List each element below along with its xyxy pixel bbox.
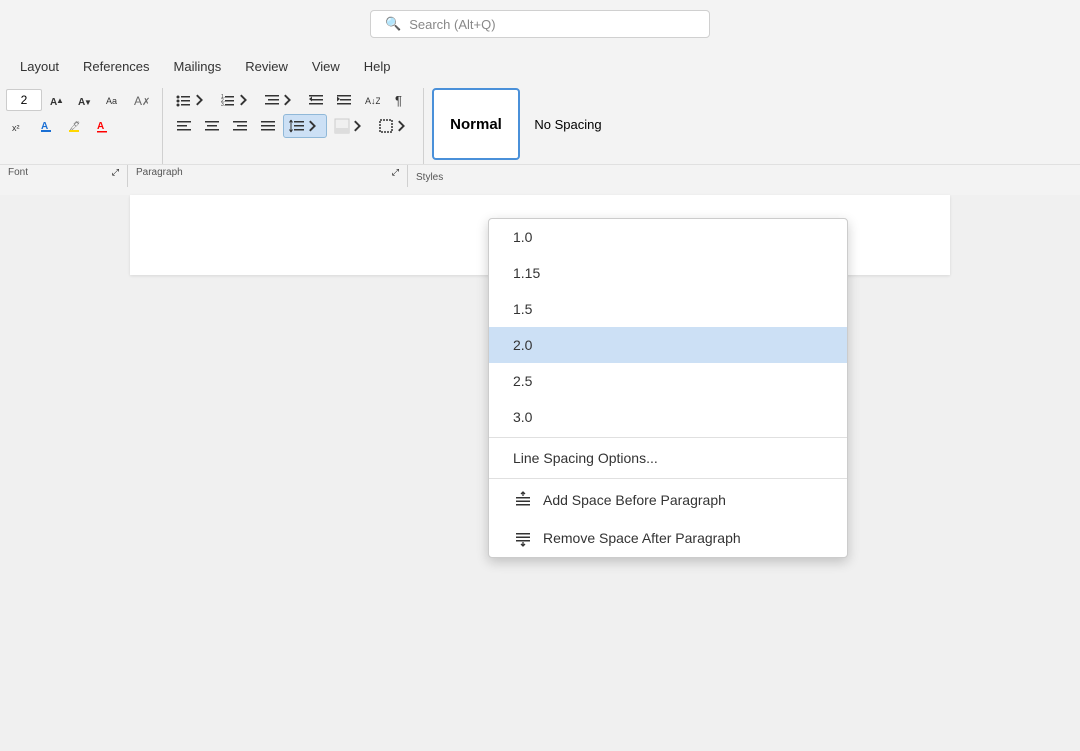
spacing-3-0-label: 3.0 [513, 409, 532, 425]
menu-layout[interactable]: Layout [10, 55, 69, 78]
add-space-before[interactable]: Add Space Before Paragraph [489, 481, 847, 519]
para-label: Paragraph [136, 167, 183, 185]
increase-font-btn[interactable]: A▲ [44, 88, 70, 112]
borders-btn[interactable] [373, 114, 415, 138]
svg-text:3.: 3. [221, 102, 225, 108]
search-box[interactable]: 🔍 Search (Alt+Q) [370, 10, 710, 38]
add-space-label: Add Space Before Paragraph [543, 492, 726, 508]
svg-text:▲: ▲ [56, 96, 64, 105]
title-bar: 🔍 Search (Alt+Q) [0, 0, 1080, 48]
search-placeholder: Search (Alt+Q) [409, 17, 495, 32]
spacing-3-0[interactable]: 3.0 [489, 399, 847, 435]
change-case-btn[interactable]: Aa [100, 88, 126, 112]
superscript-btn[interactable]: x² [6, 114, 32, 138]
para-group: 1.2.3. A↓Z [163, 88, 424, 164]
style-normal-card[interactable]: Normal [432, 88, 520, 160]
highlight-btn[interactable]: 🖊 [62, 114, 88, 138]
style-normal-label: Normal [450, 116, 502, 133]
styles-group: Normal No Spacing [424, 88, 620, 164]
svg-text:Aa: Aa [106, 96, 117, 106]
spacing-1-0-label: 1.0 [513, 229, 532, 245]
line-spacing-options[interactable]: Line Spacing Options... [489, 440, 847, 476]
shading-btn[interactable] [329, 114, 371, 138]
text-underline-btn[interactable]: A [90, 114, 116, 138]
para-expand-icon[interactable]: ⤢ [392, 167, 399, 185]
spacing-2-0-label: 2.0 [513, 337, 532, 353]
font-group: 2 A▲ A▼ Aa A✗ x² A [6, 88, 163, 164]
add-space-icon [513, 491, 533, 509]
font-label: Font [8, 167, 28, 185]
spacing-1-5[interactable]: 1.5 [489, 291, 847, 327]
svg-text:¶: ¶ [395, 93, 402, 108]
search-icon: 🔍 [385, 16, 401, 32]
svg-text:🖊: 🖊 [69, 121, 80, 131]
spacing-2-0[interactable]: 2.0 [489, 327, 847, 363]
spacing-1-15[interactable]: 1.15 [489, 255, 847, 291]
clear-formatting-btn[interactable]: A✗ [128, 88, 154, 112]
remove-space-after[interactable]: Remove Space After Paragraph [489, 519, 847, 557]
justify-btn[interactable] [255, 114, 281, 138]
align-right-btn[interactable] [227, 114, 253, 138]
line-spacing-options-label: Line Spacing Options... [513, 450, 658, 466]
svg-text:A: A [134, 94, 142, 108]
font-color-btn[interactable]: A [34, 114, 60, 138]
numbered-list-btn[interactable]: 1.2.3. [215, 88, 257, 112]
ribbon-group-labels: Font ⤢ Paragraph ⤢ Styles [0, 164, 1080, 187]
spacing-1-15-label: 1.15 [513, 265, 540, 281]
spacing-2-5[interactable]: 2.5 [489, 363, 847, 399]
bullets-btn[interactable] [171, 88, 213, 112]
spacing-2-5-label: 2.5 [513, 373, 532, 389]
svg-text:✗: ✗ [142, 97, 149, 108]
menu-references[interactable]: References [73, 55, 159, 78]
show-marks-btn[interactable]: ¶ [387, 88, 413, 112]
align-center-btn[interactable] [199, 114, 225, 138]
spacing-1-0[interactable]: 1.0 [489, 219, 847, 255]
spacing-1-5-label: 1.5 [513, 301, 532, 317]
style-nospacing-card[interactable]: No Spacing [524, 88, 612, 160]
line-spacing-btn[interactable] [283, 114, 327, 138]
menu-mailings[interactable]: Mailings [164, 55, 232, 78]
remove-space-icon [513, 529, 533, 547]
decrease-indent-btn[interactable] [303, 88, 329, 112]
align-left-btn[interactable] [171, 114, 197, 138]
line-spacing-dropdown: 1.0 1.15 1.5 2.0 2.5 3.0 Line Spacing Op… [488, 218, 848, 558]
dropdown-divider-1 [489, 437, 847, 438]
style-nospacing-label: No Spacing [534, 117, 601, 132]
svg-text:x²: x² [12, 123, 20, 133]
multilevel-list-btn[interactable] [259, 88, 301, 112]
menu-help[interactable]: Help [354, 55, 401, 78]
sort-btn[interactable]: A↓Z [359, 88, 385, 112]
increase-indent-btn[interactable] [331, 88, 357, 112]
dropdown-divider-2 [489, 478, 847, 479]
menu-bar: Layout References Mailings Review View H… [0, 48, 1080, 84]
styles-label: Styles [416, 172, 443, 183]
menu-review[interactable]: Review [235, 55, 298, 78]
decrease-font-btn[interactable]: A▼ [72, 88, 98, 112]
svg-text:A↓Z: A↓Z [365, 96, 380, 106]
font-expand-icon[interactable]: ⤢ [112, 167, 119, 185]
svg-text:▼: ▼ [84, 98, 92, 107]
font-size-input[interactable]: 2 [6, 89, 42, 111]
ribbon: 2 A▲ A▼ Aa A✗ x² A [0, 84, 1080, 187]
menu-view[interactable]: View [302, 55, 350, 78]
svg-text:A: A [97, 121, 104, 132]
remove-space-label: Remove Space After Paragraph [543, 530, 741, 546]
